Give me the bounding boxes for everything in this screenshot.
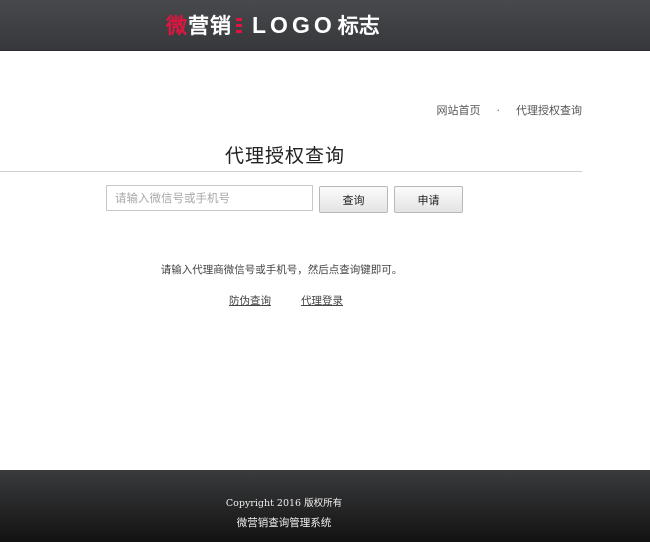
- title-divider: [0, 171, 582, 172]
- anti-fake-query-link[interactable]: 防伪查询: [229, 293, 271, 308]
- apply-button[interactable]: 申请: [394, 186, 463, 213]
- footer-bar: Copyright 2016 版权所有 微营销查询管理系统: [0, 470, 650, 542]
- logo-highlight-char: 微: [166, 14, 188, 38]
- site-logo[interactable]: 微 营销 LOGO 标志: [166, 9, 380, 41]
- logo-suffix-text: 标志: [337, 14, 380, 38]
- search-hint: 请输入代理商微信号或手机号，然后点查询键即可。: [160, 264, 403, 276]
- logo-latin-text: LOGO: [252, 11, 336, 38]
- search-input[interactable]: [106, 185, 313, 211]
- agent-login-link[interactable]: 代理登录: [301, 293, 343, 308]
- page-title: 代理授权查询: [224, 145, 345, 167]
- logo-bars-icon: [236, 17, 242, 33]
- query-button[interactable]: 查询: [319, 186, 388, 213]
- breadcrumb: 网站首页 · 代理授权查询: [437, 102, 583, 118]
- logo-brand-chars: 营销: [188, 14, 232, 38]
- header-bar: 微 营销 LOGO 标志: [0, 0, 650, 51]
- breadcrumb-separator: ·: [496, 103, 501, 117]
- breadcrumb-home-link[interactable]: 网站首页: [437, 102, 481, 118]
- breadcrumb-current-link[interactable]: 代理授权查询: [516, 102, 582, 118]
- page: 微 营销 LOGO 标志 网站首页 · 代理授权查询 代理授权查询 查询 申请 …: [0, 0, 650, 542]
- system-name-text: 微营销查询管理系统: [236, 517, 332, 529]
- copyright-text: Copyright 2016 版权所有: [225, 498, 343, 509]
